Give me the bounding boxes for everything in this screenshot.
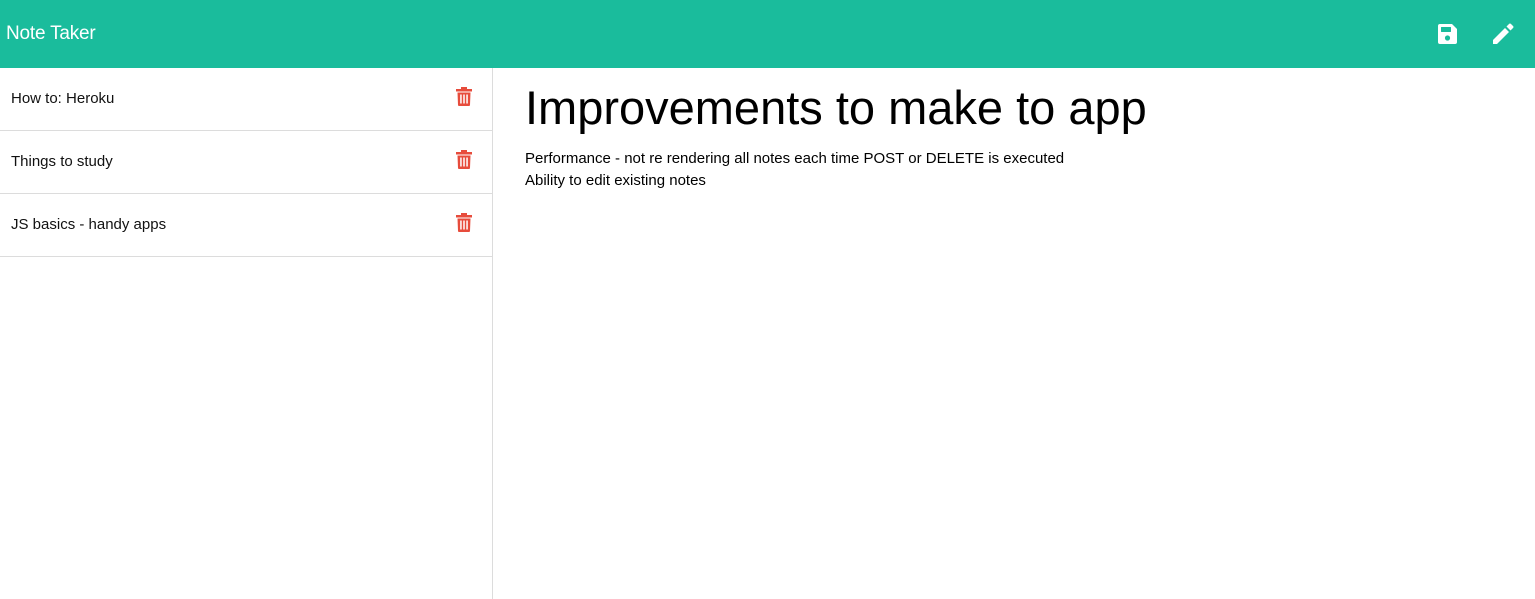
save-icon [1438,24,1457,44]
app-title[interactable]: Note Taker [0,23,96,45]
note-list-item-title[interactable]: JS basics - handy apps [11,216,166,233]
note-list-item[interactable]: Things to study [0,131,492,194]
trash-icon[interactable] [456,87,472,106]
note-list-item-title[interactable]: Things to study [11,153,113,170]
note-editor: Improvements to make to app Performance … [493,68,1535,599]
navbar: Note Taker [0,0,1535,68]
toolbar [1434,0,1535,68]
note-text-line: Performance - not re rendering all notes… [525,150,1065,167]
pencil-icon [1493,23,1514,44]
note-list-panel: How to: Heroku Things to study JS basics… [0,68,493,599]
save-note-button[interactable] [1434,21,1460,47]
trash-icon[interactable] [456,150,472,169]
note-text-area[interactable]: Performance - not re rendering all notes… [525,148,1064,192]
note-list-item[interactable]: How to: Heroku [0,68,492,131]
note-list-item-title[interactable]: How to: Heroku [11,90,114,107]
note-list-item[interactable]: JS basics - handy apps [0,194,492,257]
note-title-field[interactable]: Improvements to make to app [525,80,1147,135]
new-note-button[interactable] [1490,21,1516,47]
note-text-line: Ability to edit existing notes [525,172,706,189]
note-list: How to: Heroku Things to study JS basics… [0,68,492,257]
trash-icon[interactable] [456,213,472,232]
